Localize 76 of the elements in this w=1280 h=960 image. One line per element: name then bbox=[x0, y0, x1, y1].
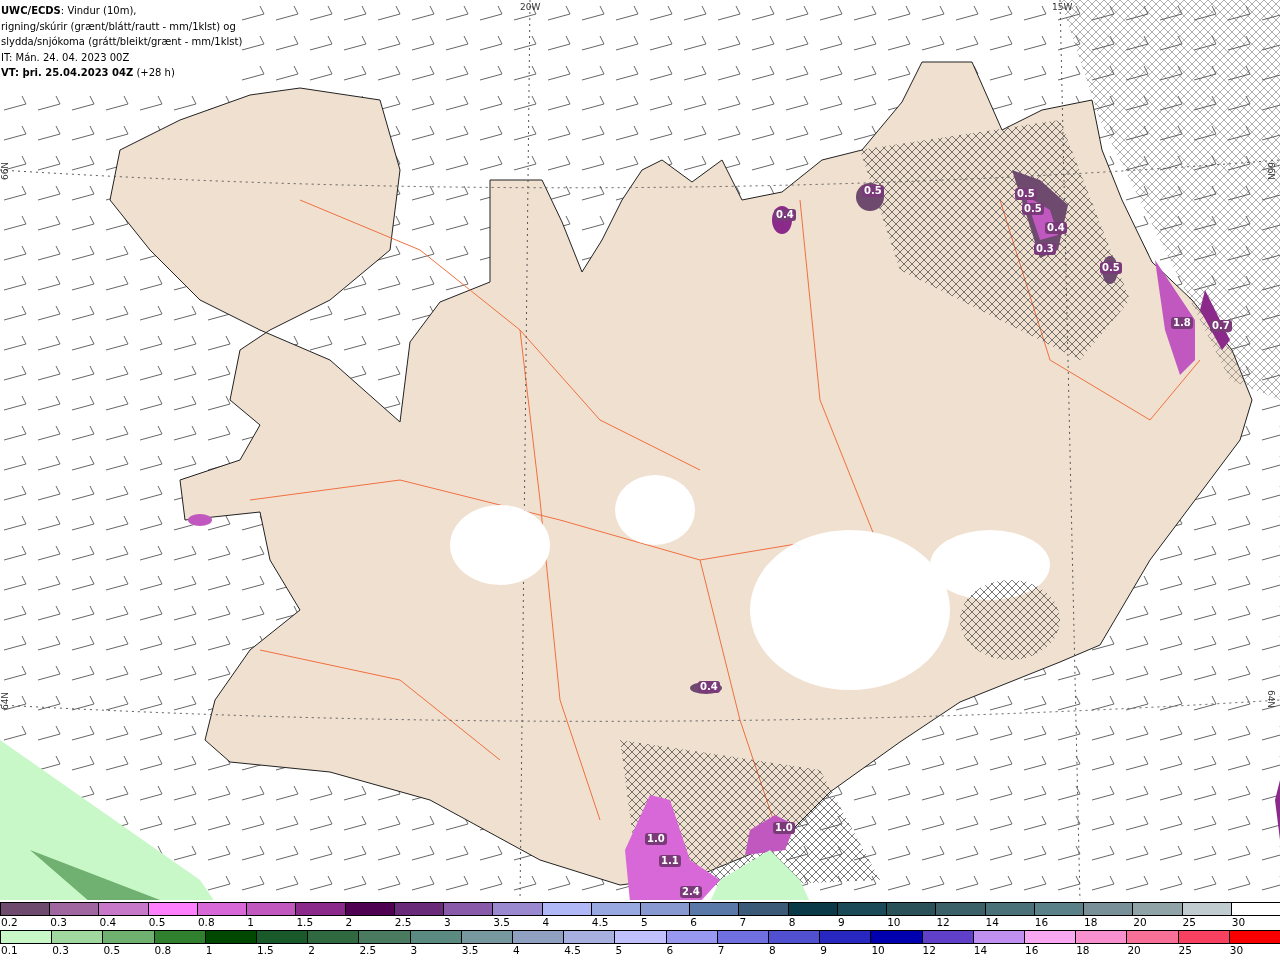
value-label: 0.5 bbox=[1100, 262, 1122, 274]
scale-label: 1 bbox=[204, 944, 214, 958]
scale-label: 0.4 bbox=[98, 916, 118, 930]
value-label: 0.4 bbox=[1045, 222, 1067, 234]
scale-label: 30 bbox=[1228, 944, 1245, 958]
scale-label: 6 bbox=[689, 916, 698, 930]
coordinate-label: 64N bbox=[0, 691, 11, 711]
scale-label: 2 bbox=[307, 944, 316, 958]
coordinate-label: 66N bbox=[0, 161, 11, 181]
value-label: 2.4 bbox=[680, 886, 702, 898]
scale-label: 2.5 bbox=[358, 944, 378, 958]
scale-label: 18 bbox=[1075, 944, 1091, 958]
coordinate-label: 15W bbox=[1052, 2, 1073, 12]
coordinate-label: 66N bbox=[1266, 161, 1277, 181]
value-label: 1.0 bbox=[773, 822, 795, 834]
value-label: 1.0 bbox=[645, 833, 667, 845]
scale-label: 0.2 bbox=[0, 916, 19, 930]
scale-label: 3 bbox=[409, 944, 419, 958]
title-text: VT: þri. 25.04.2023 04Z (+28 h) bbox=[1, 66, 176, 80]
scale-label: 12 bbox=[935, 916, 951, 930]
scale-label: 6 bbox=[665, 944, 675, 958]
scale-label: 5 bbox=[640, 916, 649, 930]
scale-label: 1.5 bbox=[295, 916, 315, 930]
scale-label: 9 bbox=[836, 916, 846, 930]
scale-label: 5 bbox=[614, 944, 624, 958]
value-label: 0.4 bbox=[774, 209, 796, 221]
scale-label: 12 bbox=[921, 944, 937, 958]
scale-label: 3.5 bbox=[492, 916, 511, 930]
title-text: UWC/ECDS: Vindur (10m), bbox=[1, 4, 138, 18]
scale-label: 20 bbox=[1132, 916, 1148, 930]
scale-label: 4 bbox=[541, 916, 551, 930]
value-label: 1.8 bbox=[1171, 317, 1193, 329]
coordinate-label: 20W bbox=[520, 2, 541, 12]
scale-label: 2 bbox=[344, 916, 354, 930]
value-label: 1.1 bbox=[659, 855, 681, 867]
scale-label: 1.5 bbox=[256, 944, 275, 958]
scale-label: 1 bbox=[246, 916, 255, 930]
scale-label: 10 bbox=[886, 916, 902, 930]
value-label: 0.5 bbox=[862, 185, 884, 197]
coordinate-label: 64N bbox=[1266, 689, 1277, 709]
scale-label: 18 bbox=[1083, 916, 1099, 930]
scale-label: 7 bbox=[716, 944, 726, 958]
scale-label: 16 bbox=[1033, 916, 1050, 930]
scale-label: 8 bbox=[768, 944, 777, 958]
scale-label: 0.8 bbox=[153, 944, 173, 958]
scale-label: 9 bbox=[819, 944, 828, 958]
value-label: 0.5 bbox=[1022, 203, 1044, 215]
scale-label: 10 bbox=[870, 944, 886, 958]
scale-label: 16 bbox=[1024, 944, 1040, 958]
scale-label: 3 bbox=[443, 916, 452, 930]
title-text: rigning/skúrir (grænt/blátt/rautt - mm/1klst) og bbox=[1, 19, 237, 34]
scale-label: 8 bbox=[787, 916, 797, 930]
scale-label: 4.5 bbox=[563, 944, 582, 958]
scale-label: 14 bbox=[972, 944, 989, 958]
scale-label: 4 bbox=[512, 944, 521, 958]
scale-label: 3.5 bbox=[460, 944, 480, 958]
value-label: 0.4 bbox=[698, 681, 720, 693]
value-label: 0.3 bbox=[1034, 243, 1056, 255]
scale-label: 7 bbox=[738, 916, 748, 930]
scale-label: 14 bbox=[984, 916, 1000, 930]
scale-label: 0.3 bbox=[49, 916, 68, 930]
value-label: 0.5 bbox=[1015, 188, 1037, 200]
scale-label: 0.1 bbox=[0, 944, 19, 958]
scale-label: 25 bbox=[1181, 916, 1197, 930]
scale-label: 0.3 bbox=[51, 944, 70, 958]
scale-label: 0.5 bbox=[102, 944, 122, 958]
scale-label: 4.5 bbox=[590, 916, 610, 930]
scale-label: 2.5 bbox=[393, 916, 413, 930]
scale-label: 0.5 bbox=[147, 916, 167, 930]
value-label: 0.7 bbox=[1210, 320, 1232, 332]
title-text: IT: Mán. 24. 04. 2023 00Z bbox=[1, 50, 131, 65]
title-text: slydda/snjókoma (grátt/bleikt/grænt - mm/1klst) bbox=[1, 35, 241, 49]
scale-label: 20 bbox=[1126, 944, 1142, 958]
scale-label: 0.8 bbox=[196, 916, 216, 930]
scale-label: 25 bbox=[1177, 944, 1193, 958]
scale-label: 30 bbox=[1230, 916, 1247, 930]
